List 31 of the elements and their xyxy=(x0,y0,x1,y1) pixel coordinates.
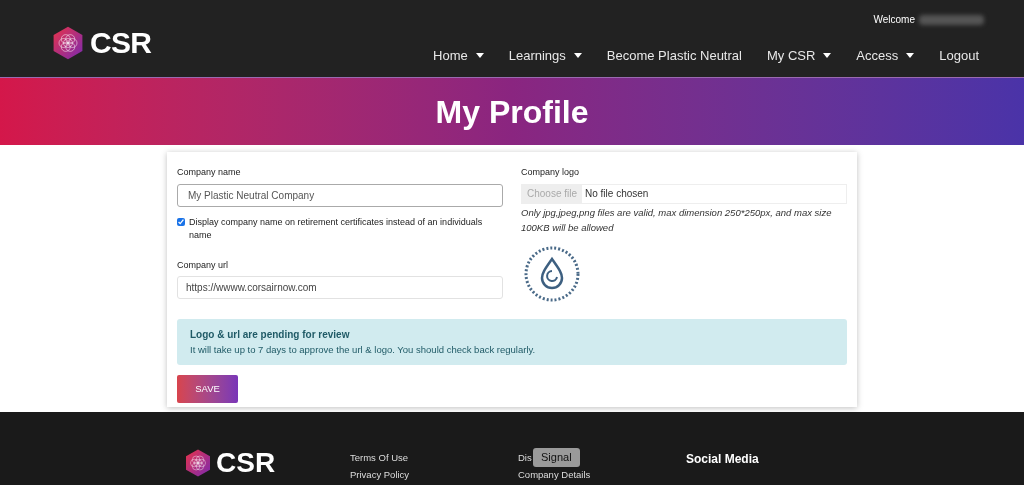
page-title: My Profile xyxy=(435,92,589,132)
company-name-field[interactable]: My Plastic Neutral Company xyxy=(177,183,503,207)
footer-heading: Social Media xyxy=(686,451,759,468)
checkbox-label: Display company name on retirement certificates instead of an individuals name xyxy=(189,215,484,242)
field-label: Company logo xyxy=(521,166,581,179)
field-label: Company name xyxy=(177,166,242,179)
footer-link[interactable]: Dis xyxy=(518,452,532,463)
footer-link[interactable]: Privacy Policy xyxy=(350,469,410,480)
nav-link[interactable]: Home xyxy=(433,46,484,66)
nav-link[interactable]: Logout xyxy=(939,46,979,66)
tooltip: Signal xyxy=(533,448,580,467)
nav-link[interactable]: Access xyxy=(856,46,915,66)
checkbox[interactable] xyxy=(177,217,185,226)
logo-text: CSR xyxy=(90,25,152,61)
nav-link[interactable]: Learnings xyxy=(508,46,582,66)
field-label: Company url xyxy=(177,258,230,272)
file-status: No file chosen xyxy=(585,187,649,201)
save-button[interactable]: SAVE xyxy=(177,374,238,403)
footer-logo-text: CSR xyxy=(216,448,276,478)
nav-link[interactable]: My CSR xyxy=(766,46,832,66)
file-hint: Only jpg,jpeg,png files are valid, max dimension 250*250px, and max size 100KB will be allowed xyxy=(521,205,833,235)
alert-title: Logo & url are pending for review xyxy=(190,327,351,342)
alert-message: It will take up to 7 days to approve the url & logo. You should check back regularly. xyxy=(190,342,537,357)
welcome-text: Welcome xyxy=(873,13,915,27)
company-url-field[interactable]: https://wwww.corsairnow.com xyxy=(177,276,503,299)
file-input[interactable]: Choose file No file chosen xyxy=(521,183,847,204)
footer-link[interactable]: Company Details xyxy=(518,469,591,480)
blurred-name xyxy=(919,14,984,25)
hexagon-logo-icon xyxy=(183,448,213,478)
nav-link[interactable]: Become Plastic Neutral xyxy=(606,46,742,66)
footer-link[interactable]: Terms Of Use xyxy=(350,452,409,463)
